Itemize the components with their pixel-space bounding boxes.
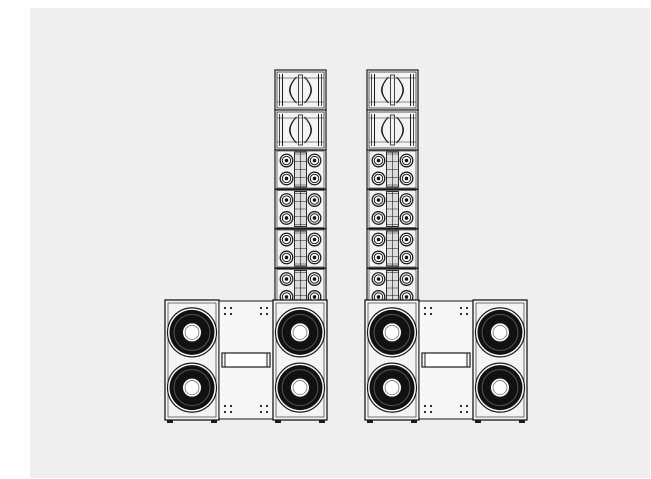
screw-icon xyxy=(429,404,433,408)
mid-woofer-box xyxy=(274,228,327,269)
screw-icon xyxy=(259,410,263,414)
screw-icon xyxy=(265,410,269,414)
screw-icon xyxy=(423,410,427,414)
mid-woofer-box xyxy=(274,188,327,230)
screw-icon xyxy=(259,404,263,408)
screw-icon xyxy=(465,306,469,310)
screw-icon xyxy=(229,306,233,310)
screw-icon xyxy=(223,312,227,316)
screw-icon xyxy=(259,306,263,310)
screw-icon xyxy=(459,306,463,310)
screw-icon xyxy=(429,312,433,316)
speaker-system-drawing xyxy=(164,69,528,423)
screw-icon xyxy=(229,410,233,414)
screw-icon xyxy=(459,312,463,316)
left-subwoofer-stack xyxy=(164,299,328,423)
screw-icon xyxy=(465,410,469,414)
horn-top-box xyxy=(274,109,327,151)
screw-icon xyxy=(423,404,427,408)
right-subwoofer-stack xyxy=(364,299,528,423)
foot xyxy=(367,420,373,423)
foot xyxy=(211,420,217,423)
drawing-canvas xyxy=(30,8,650,478)
screw-icon xyxy=(423,306,427,310)
screw-icon xyxy=(223,306,227,310)
mid-woofer-box xyxy=(274,149,327,190)
screw-icon xyxy=(223,410,227,414)
handle-bar xyxy=(221,352,271,368)
screw-icon xyxy=(223,404,227,408)
screw-icon xyxy=(465,404,469,408)
foot xyxy=(167,420,173,423)
foot xyxy=(319,420,325,423)
mid-woofer-box xyxy=(366,228,419,269)
mid-woofer-box xyxy=(366,149,419,190)
screw-icon xyxy=(465,312,469,316)
screw-icon xyxy=(265,404,269,408)
foot xyxy=(411,420,417,423)
mid-woofer-box xyxy=(366,188,419,230)
screw-icon xyxy=(459,404,463,408)
horn-top-box xyxy=(366,69,419,111)
screw-icon xyxy=(429,306,433,310)
screw-icon xyxy=(429,410,433,414)
screw-icon xyxy=(265,312,269,316)
screw-icon xyxy=(265,306,269,310)
foot xyxy=(275,420,281,423)
horn-top-box xyxy=(274,69,327,111)
screw-icon xyxy=(459,410,463,414)
screw-icon xyxy=(259,312,263,316)
screw-icon xyxy=(423,312,427,316)
foot xyxy=(475,420,481,423)
foot xyxy=(519,420,525,423)
screw-icon xyxy=(229,404,233,408)
handle-bar xyxy=(421,352,471,368)
horn-top-box xyxy=(366,109,419,151)
screw-icon xyxy=(229,312,233,316)
